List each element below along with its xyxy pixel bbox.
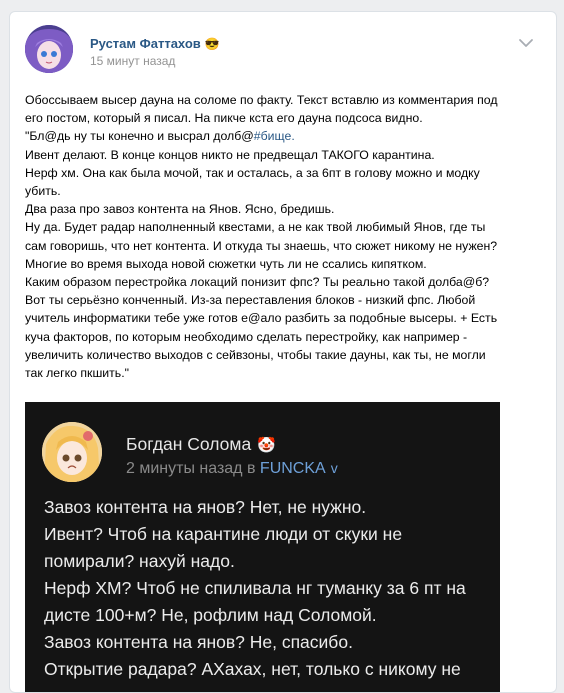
anime-avatar-image: [25, 25, 73, 73]
post-text-line: Ивент делают. В конце концов никто не пр…: [25, 147, 435, 162]
post-text-line: Обоссываем высер дауна на соломе по факт…: [25, 93, 498, 107]
post-text-line: увеличить количество выходов с сейвзоны,…: [25, 347, 486, 362]
post-text-line: Вот ты серьёзно конченный. Из-за переста…: [25, 293, 476, 308]
author-name-text[interactable]: Рустам Фаттахов: [90, 36, 201, 51]
screenshot-text-line: Открытие радара? АХахах, нет, только с н…: [44, 659, 461, 679]
hashtag-link[interactable]: #бище.: [254, 129, 295, 143]
author-name[interactable]: Рустам Фаттахов 😎: [90, 36, 220, 51]
post-text-line: его постом, который я писал. На пикче кс…: [25, 111, 423, 126]
sunglasses-emoji-icon: 😎: [204, 37, 220, 51]
post-header: Рустам Фаттахов 😎 15 минут назад: [10, 12, 556, 82]
screenshot-comment-text: Завоз контента на янов? Нет, не нужно. И…: [44, 494, 494, 683]
post-text-line: сам говоришь, что нет контента. И откуда…: [25, 238, 498, 253]
post-text: Обоссываем высер дауна на соломе по факт…: [25, 91, 545, 382]
clown-emoji-icon: 🤡: [257, 437, 276, 454]
screenshot-text-line: помирали? нахуй надо.: [44, 551, 235, 571]
attached-screenshot[interactable]: Богдан Солома 🤡 2 минуты назад в FUNCKA v …: [25, 402, 500, 692]
post-text-line: Два раза про завоз контента на Янов. Ясн…: [25, 202, 335, 217]
post-text-line: Каким образом перестройка локаций понизи…: [25, 275, 490, 290]
author-avatar[interactable]: [25, 25, 73, 73]
screenshot-text-line: Ивент? Чтоб на карантине люди от скуки н…: [44, 524, 403, 544]
screenshot-time-text: 2 минуты назад в: [126, 460, 256, 477]
post-text-line: Нерф хм. Она как была мочой, так и остал…: [25, 165, 480, 180]
screenshot-author-name: Богдан Солома: [126, 434, 252, 454]
anime-girl-avatar-image: [42, 422, 102, 482]
screenshot-author: Богдан Солома 🤡: [126, 434, 276, 455]
screenshot-text-line: Нерф ХМ? Чтоб не спиливала нг туманку за…: [44, 578, 466, 598]
screenshot-timestamp: 2 минуты назад в FUNCKA v: [126, 460, 338, 478]
post-text-line: учитель информатики тебе уже готов е@ало…: [25, 311, 498, 326]
screenshot-text-line: Завоз контента на янов? Не, спасибо.: [44, 632, 353, 652]
screenshot-author-avatar: [42, 422, 102, 482]
post-text-line: убить.: [25, 184, 61, 199]
screenshot-chevron-icon: v: [330, 460, 338, 476]
post-text-line: куча факторов, по которым необходимо сде…: [25, 329, 468, 344]
post-text-line: так легко пкшить.": [25, 366, 129, 381]
post-menu-button[interactable]: [517, 36, 535, 50]
post-text-line: Ну да. Будет радар наполненный квестами,…: [25, 220, 486, 235]
post-card: Рустам Фаттахов 😎 15 минут назад Обоссыва…: [9, 11, 557, 693]
screenshot-text-line: дисте 100+м? Не, рофлим над Соломой.: [44, 605, 377, 625]
screenshot-group-name: FUNCKA: [259, 460, 326, 477]
screenshot-text-line: Завоз контента на янов? Нет, не нужно.: [44, 497, 367, 517]
post-timestamp[interactable]: 15 минут назад: [90, 54, 175, 68]
post-text-line: "Бл@дь ну ты конечно и высрал долб@#бище…: [25, 127, 545, 145]
post-text-line: Многие во время выхода новой сюжетки чут…: [25, 256, 427, 271]
post-text-fragment: "Бл@дь ну ты конечно и высрал долб@: [25, 129, 254, 144]
chevron-down-icon: [519, 39, 533, 47]
